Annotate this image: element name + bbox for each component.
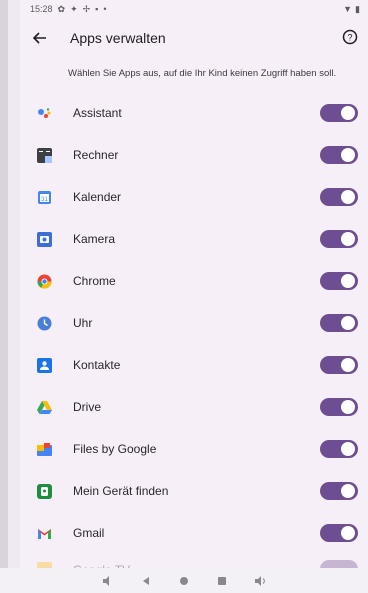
app-label: Kamera [73,232,116,246]
assistant-icon [37,106,52,121]
app-label: Chrome [73,274,116,288]
app-label: Files by Google [73,442,157,456]
contacts-toggle[interactable] [320,356,358,374]
list-item[interactable]: Assistant [20,92,368,134]
app-label: Drive [73,400,102,414]
left-edge [0,0,8,568]
calendar-icon: 31 [37,190,52,205]
list-item[interactable]: Drive [20,386,368,428]
assistant-toggle[interactable] [320,104,358,122]
app-label: Gmail [73,526,105,540]
svg-text:?: ? [347,33,352,43]
status-bar: 15:28 ✿ ✦ ✢ ▪ • ▼ ▮ [30,0,360,18]
navigation-buttons [0,574,368,588]
settings-status-icon: ✿ [57,3,66,14]
battery-icon: ▮ [355,3,360,14]
status-time: 15:28 [30,4,53,14]
list-item[interactable]: Files by Google [20,428,368,470]
list-item[interactable]: Uhr [20,302,368,344]
app-list: Assistant Rechner 31 Kalender Kamera Chr… [20,92,368,554]
files-icon [37,442,52,457]
recents-nav-icon[interactable] [215,574,229,588]
list-item[interactable]: Kontakte [20,344,368,386]
find-device-icon [37,483,52,499]
list-item[interactable]: 31 Kalender [20,176,368,218]
app-label: Rechner [73,148,119,162]
chrome-toggle[interactable] [320,272,358,290]
volume-down-icon[interactable] [101,574,115,588]
back-arrow-icon[interactable] [22,20,58,56]
calculator-toggle[interactable] [320,146,358,164]
help-icon[interactable]: ? [342,29,358,45]
gmail-toggle[interactable] [320,524,358,542]
camera-toggle[interactable] [320,230,358,248]
find-device-toggle[interactable] [320,482,358,500]
files-toggle[interactable] [320,440,358,458]
list-item[interactable]: Rechner [20,134,368,176]
list-item[interactable]: Kamera [20,218,368,260]
clock-icon [37,316,52,331]
clock-toggle[interactable] [320,314,358,332]
notification-icon: ✦ [70,3,78,14]
sim-icon: ▪ [95,4,99,14]
home-nav-icon[interactable] [177,574,191,588]
calendar-toggle[interactable] [320,188,358,206]
instructions-text: Wählen Sie Apps aus, auf die Ihr Kind ke… [68,68,337,79]
app-label: Assistant [73,106,122,120]
bluetooth-icon: ✢ [82,3,91,14]
chrome-icon [37,274,52,289]
volume-up-icon[interactable] [253,574,267,588]
list-item[interactable]: Chrome [20,260,368,302]
contacts-icon [37,357,52,373]
calculator-icon [37,147,52,163]
app-label: Uhr [73,316,93,330]
svg-text:31: 31 [41,197,48,203]
drive-icon [37,400,52,415]
dot-icon: • [103,4,107,14]
app-label: Kontakte [73,358,121,372]
app-label: Mein Gerät finden [73,484,169,498]
wifi-icon: ▼ [343,4,353,14]
camera-icon [37,231,52,247]
gmail-icon [37,526,52,541]
list-item[interactable]: Mein Gerät finden [20,470,368,512]
app-bar: Apps verwalten ? [20,18,368,58]
list-item[interactable]: Gmail [20,512,368,554]
back-nav-icon[interactable] [139,574,153,588]
app-label: Kalender [73,190,122,204]
page-title: Apps verwalten [70,30,166,46]
drive-toggle[interactable] [320,398,358,416]
